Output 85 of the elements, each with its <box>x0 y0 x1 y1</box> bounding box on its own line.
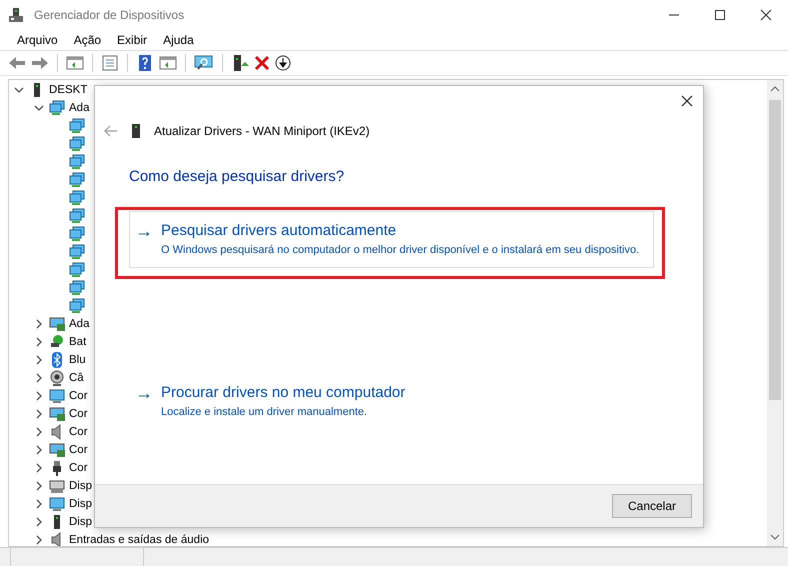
panel-icon[interactable] <box>66 55 84 71</box>
panel-icon[interactable] <box>159 55 177 71</box>
expander-icon[interactable] <box>34 337 44 347</box>
tree-item[interactable]: Blu <box>69 354 86 366</box>
menu-item[interactable]: Ajuda <box>163 33 194 47</box>
arrow-glyph: → <box>135 222 153 243</box>
scroll-up-icon[interactable] <box>770 84 780 94</box>
forward-icon[interactable] <box>31 55 49 71</box>
option-description: O Windows pesquisará no computador o melhor driver disponível e o instalará em seu dispositivo. <box>161 243 640 257</box>
network-icon <box>69 208 85 224</box>
tree-item[interactable]: Câ <box>69 372 84 384</box>
back-icon[interactable] <box>8 55 26 71</box>
network-icon <box>69 172 85 188</box>
expander-icon[interactable] <box>34 355 44 365</box>
option-link[interactable]: → Procurar drivers no meu computador Localize e instale um driver manualmente. <box>129 373 654 430</box>
expander-icon[interactable] <box>34 445 44 455</box>
network-icon <box>69 280 85 296</box>
option-link[interactable]: → Pesquisar drivers automaticamente O Windows pesquisará no computador o melhor driver disponível e o instalará em seu dispositivo. <box>129 211 654 268</box>
scrollbar[interactable] <box>767 80 783 546</box>
expander-icon[interactable] <box>34 103 44 113</box>
window-title: Gerenciador de Dispositivos <box>34 8 184 22</box>
storage-icon <box>49 406 65 422</box>
monitor-search-icon[interactable] <box>194 55 214 71</box>
expander-icon[interactable] <box>34 481 44 491</box>
scroll-down-icon[interactable] <box>770 532 780 542</box>
network-icon <box>69 136 85 152</box>
help-icon[interactable] <box>136 55 154 71</box>
bluetooth-icon <box>49 352 65 368</box>
monitor-icon <box>49 388 65 404</box>
scroll-thumb[interactable] <box>769 100 781 400</box>
menu-item[interactable]: Arquivo <box>17 33 58 47</box>
menu-item[interactable]: Exibir <box>117 33 148 47</box>
option-title[interactable]: Pesquisar drivers automaticamente <box>161 222 640 239</box>
tree-item[interactable]: DESKT <box>49 84 88 96</box>
tree-item[interactable]: Ada <box>69 318 90 330</box>
tree-item[interactable]: Bat <box>69 336 86 348</box>
maximize-icon[interactable] <box>714 9 726 21</box>
sheet-icon[interactable] <box>101 55 119 71</box>
expander-icon[interactable] <box>34 319 44 329</box>
network-icon <box>69 118 85 134</box>
network-icon <box>69 154 85 170</box>
download-icon[interactable] <box>275 55 291 71</box>
option-title[interactable]: Procurar drivers no meu computador <box>161 384 406 401</box>
dialog-heading: Como deseja pesquisar drivers? <box>129 168 346 185</box>
network-icon <box>69 298 85 314</box>
cancel-button[interactable]: Cancelar <box>612 494 692 518</box>
menu-item[interactable]: Ação <box>74 33 102 47</box>
network-icon <box>69 190 85 206</box>
tree-item[interactable]: Cor <box>69 462 88 474</box>
expander-icon[interactable] <box>34 373 44 383</box>
battery-icon <box>49 334 65 350</box>
tree-item[interactable]: Ada <box>69 102 90 114</box>
expander-icon[interactable] <box>34 463 44 473</box>
expander-icon[interactable] <box>34 517 44 527</box>
display-adapter-icon <box>49 316 65 332</box>
tree-item[interactable]: Disp <box>69 516 92 528</box>
network-icon <box>69 226 85 242</box>
tree-item[interactable]: Disp <box>69 480 92 492</box>
dialog-title: Atualizar Drivers - WAN Miniport (IKEv2) <box>154 124 370 138</box>
arrow-glyph: → <box>135 384 153 405</box>
system-icon <box>49 496 65 512</box>
card-icon <box>49 442 65 458</box>
expander-icon[interactable] <box>34 391 44 401</box>
tree-item[interactable]: Entradas e saídas de áudio <box>69 534 210 546</box>
tree-item[interactable]: Cor <box>69 408 88 420</box>
device-icon <box>132 124 140 138</box>
remove-icon[interactable] <box>254 55 270 71</box>
expander-icon[interactable] <box>34 427 44 437</box>
close-icon[interactable] <box>760 9 772 21</box>
tree-item[interactable]: Cor <box>69 444 88 456</box>
app-icon <box>8 7 24 23</box>
tree-item[interactable]: Cor <box>69 390 88 402</box>
close-icon[interactable] <box>681 95 693 107</box>
tree-item[interactable]: Cor <box>69 426 88 438</box>
tree-item[interactable]: Disp <box>69 498 92 510</box>
device-update-icon[interactable] <box>231 55 249 71</box>
expander-icon[interactable] <box>34 535 44 545</box>
network-icon <box>49 100 65 116</box>
expander-icon[interactable] <box>34 499 44 509</box>
option-description: Localize e instale um driver manualmente. <box>161 405 368 419</box>
network-icon <box>69 244 85 260</box>
camera-icon <box>49 370 65 386</box>
expander-icon[interactable] <box>34 409 44 419</box>
expander-icon[interactable] <box>14 85 24 95</box>
network-icon <box>69 262 85 278</box>
